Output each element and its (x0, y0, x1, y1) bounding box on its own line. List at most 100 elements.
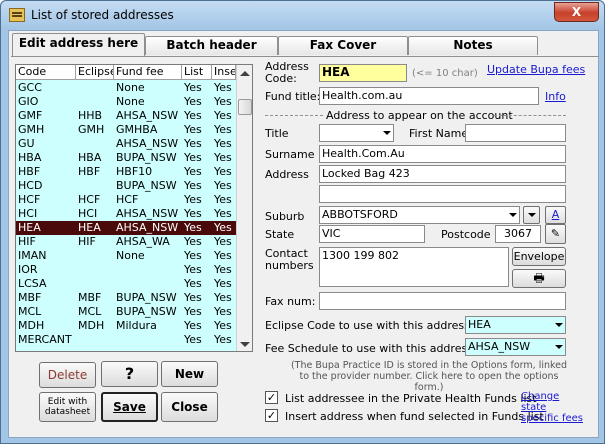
table-cell: MCL (18, 305, 42, 318)
table-row[interactable]: MDH MDH Mildura Yes Yes (16, 319, 236, 333)
bupa-practice-note[interactable]: (The Bupa Practice ID is stored in the O… (289, 360, 569, 393)
table-cell: Yes (184, 235, 202, 248)
table-cell (76, 277, 114, 291)
state-input[interactable]: VIC (319, 225, 425, 243)
address-list[interactable]: Code Eclipse Fund fee List Inser GCC None… (15, 64, 253, 352)
fund-title-input[interactable]: Health.com.au (319, 87, 539, 105)
table-cell: None (116, 95, 145, 108)
contact-numbers-input[interactable]: 1300 199 802 (319, 247, 509, 287)
surname-input[interactable]: Health.Com.Au (319, 145, 566, 163)
window-frame: List of stored addresses X Edit address … (0, 0, 605, 444)
table-cell: GMHBA (116, 123, 158, 136)
scroll-down-arrow-icon[interactable] (240, 342, 250, 347)
change-state-fees-link[interactable]: Change state specific fees (521, 391, 583, 424)
first-name-input[interactable] (465, 124, 566, 142)
address-line2-input[interactable] (319, 185, 566, 203)
table-cell: HCF (18, 193, 41, 206)
tab-notes[interactable]: Notes (408, 36, 538, 55)
insert-address-checkbox[interactable]: ✓ (265, 409, 278, 422)
table-cell: Yes (214, 263, 232, 276)
close-window-button[interactable]: X (554, 2, 599, 22)
list-addressee-checkbox[interactable]: ✓ (265, 391, 278, 404)
print-button[interactable]: 🖶 (512, 269, 566, 288)
envelope-button[interactable]: Envelope (512, 247, 566, 266)
table-cell: Yes (214, 123, 232, 136)
new-button[interactable]: New (161, 361, 218, 387)
section-heading: Address to appear on the account (326, 109, 513, 122)
section-separator-right (494, 115, 566, 116)
first-name-label: First Name (409, 127, 469, 140)
table-row[interactable]: MBF MBF BUPA_NSW Yes Yes (16, 291, 236, 305)
pencil-icon: ✎ (550, 227, 561, 240)
scroll-thumb[interactable] (238, 99, 252, 115)
table-row[interactable]: MERCANT Yes Yes (16, 333, 236, 347)
help-button[interactable]: ? (101, 361, 158, 387)
scroll-up-arrow-icon[interactable] (240, 71, 250, 76)
table-row[interactable]: LCSA Yes Yes (16, 277, 236, 291)
table-row[interactable]: HEA HEA AHSA_NSW Yes Yes (16, 221, 236, 235)
table-cell: Yes (184, 179, 202, 192)
close-button[interactable]: Close (161, 392, 218, 422)
postcode-input[interactable]: 3067 (495, 225, 541, 243)
suburb-dropdown-button[interactable] (523, 206, 540, 224)
table-row[interactable]: HCF HCF HCF Yes Yes (16, 193, 236, 207)
table-cell: Yes (184, 151, 202, 164)
info-link[interactable]: Info (545, 90, 566, 103)
table-cell: AHSA_NSW (116, 207, 179, 220)
list-scrollbar[interactable] (236, 65, 252, 351)
table-row[interactable]: HIF HIF AHSA_WA Yes Yes (16, 235, 236, 249)
table-row[interactable]: GCC None Yes Yes (16, 81, 236, 95)
column-header-eclipse[interactable]: Eclipse (76, 65, 114, 80)
title-label: Title (265, 127, 289, 140)
address-line1-input[interactable]: Locked Bag 423 (319, 165, 566, 183)
tab-edit-address[interactable]: Edit address here (12, 33, 145, 56)
address-code-input[interactable]: HEA (319, 64, 407, 82)
table-row[interactable]: HCI HCI AHSA_NSW Yes Yes (16, 207, 236, 221)
table-row[interactable]: IOR Yes Yes (16, 263, 236, 277)
table-cell: HCF (116, 193, 139, 206)
table-row[interactable]: MCL MCL BUPA_NSW Yes Yes (16, 305, 236, 319)
fee-schedule-label: Fee Schedule to use with this addressee (265, 342, 487, 355)
pencil-edit-button[interactable]: ✎ (545, 224, 566, 244)
table-row[interactable]: GU AHSA_NSW Yes Yes (16, 137, 236, 151)
table-row[interactable]: GMF HHB AHSA_NSW Yes Yes (16, 109, 236, 123)
table-cell: HCI (18, 207, 38, 220)
column-header-list[interactable]: List (182, 65, 212, 80)
table-cell: Yes (184, 263, 202, 276)
table-cell: GMH (18, 123, 45, 136)
tab-fax-cover[interactable]: Fax Cover (278, 36, 408, 55)
title-select[interactable] (319, 124, 394, 142)
title-bar[interactable]: List of stored addresses X (1, 1, 604, 29)
update-bupa-fees-link[interactable]: Update Bupa fees (487, 63, 585, 76)
table-cell: Yes (184, 319, 202, 332)
column-header-fund-fee[interactable]: Fund fee (114, 65, 182, 80)
table-cell (114, 277, 182, 291)
column-header-code[interactable]: Code (16, 65, 76, 80)
state-label: State (265, 228, 295, 241)
table-cell: None (116, 249, 145, 262)
eclipse-code-select[interactable]: HEA (465, 316, 566, 334)
table-row[interactable]: HCD BUPA_NSW Yes Yes (16, 179, 236, 193)
list-header: Code Eclipse Fund fee List Inser (16, 65, 236, 80)
fax-input[interactable] (319, 292, 566, 310)
suburb-select[interactable]: ABBOTSFORD (319, 206, 520, 224)
suburb-lookup-button[interactable]: A (545, 206, 566, 224)
table-row[interactable]: GIO None Yes Yes (16, 95, 236, 109)
table-cell: Yes (184, 81, 202, 94)
delete-button[interactable]: Delete (39, 362, 96, 388)
table-cell: GMF (18, 109, 43, 122)
table-cell: HBF (18, 165, 41, 178)
save-button[interactable]: Save (101, 392, 158, 422)
table-cell: MCL (78, 305, 102, 318)
section-separator-left (265, 115, 323, 116)
table-cell: MDH (18, 319, 45, 332)
fee-schedule-select[interactable]: AHSA_NSW (465, 338, 566, 356)
chevron-down-icon (555, 345, 563, 349)
edit-datasheet-button[interactable]: Edit with datasheet (39, 392, 96, 422)
tab-batch-header[interactable]: Batch header (145, 36, 278, 55)
table-row[interactable]: HBA HBA BUPA_NSW Yes Yes (16, 151, 236, 165)
table-row[interactable]: HBF HBF HBF10 Yes Yes (16, 165, 236, 179)
table-row[interactable]: GMH GMH GMHBA Yes Yes (16, 123, 236, 137)
column-header-insert[interactable]: Inser (212, 65, 236, 80)
table-row[interactable]: IMAN None Yes Yes (16, 249, 236, 263)
